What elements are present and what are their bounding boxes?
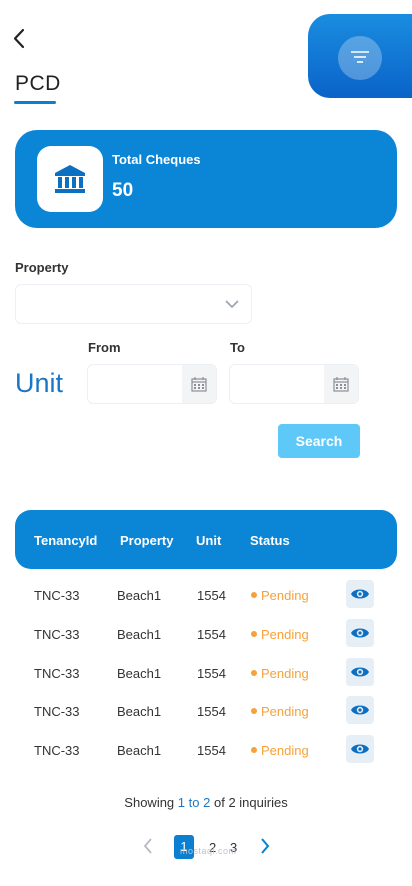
eye-icon bbox=[351, 705, 369, 715]
view-button[interactable] bbox=[346, 658, 374, 686]
calendar-icon bbox=[333, 377, 349, 392]
view-button[interactable] bbox=[346, 735, 374, 763]
showing-from: 1 bbox=[177, 795, 186, 810]
eye-icon bbox=[351, 589, 369, 599]
table-header: TenancyId Property Unit Status bbox=[15, 510, 397, 569]
to-calendar-button[interactable] bbox=[324, 365, 358, 403]
page-title: PCD bbox=[15, 72, 61, 95]
view-button[interactable] bbox=[346, 696, 374, 724]
bank-icon-box bbox=[37, 146, 103, 212]
cell-tenancyid: TNC-33 bbox=[34, 666, 80, 681]
cell-property: Beach1 bbox=[117, 627, 162, 642]
cell-unit: 1554 bbox=[197, 627, 226, 642]
cell-tenancyid: TNC-33 bbox=[34, 704, 80, 719]
column-header-unit: Unit bbox=[196, 533, 222, 548]
status-text: Pending bbox=[261, 588, 309, 603]
property-label: Property bbox=[15, 260, 69, 275]
status-dot bbox=[251, 592, 257, 598]
status-text: Pending bbox=[261, 704, 309, 719]
status-text: Pending bbox=[261, 666, 309, 681]
status-dot bbox=[251, 670, 257, 676]
property-select[interactable] bbox=[15, 284, 252, 324]
total-cheques-card: Total Cheques 50 bbox=[15, 130, 397, 228]
chevron-left-icon bbox=[143, 838, 152, 854]
next-page-button[interactable] bbox=[259, 837, 271, 858]
status-badge: Pending bbox=[251, 743, 309, 758]
search-button[interactable]: Search bbox=[278, 424, 360, 458]
cell-tenancyid: TNC-33 bbox=[34, 627, 80, 642]
table-row: TNC-33 Beach1 1554 Pending bbox=[0, 694, 412, 732]
cell-tenancyid: TNC-33 bbox=[34, 588, 80, 603]
watermark: mostaql.com bbox=[180, 846, 237, 856]
status-dot bbox=[251, 747, 257, 753]
showing-prefix: Showing bbox=[124, 795, 175, 810]
from-calendar-button[interactable] bbox=[182, 365, 216, 403]
chevron-right-icon bbox=[261, 838, 270, 854]
filter-lines-icon bbox=[351, 51, 369, 63]
filter-icon-circle bbox=[338, 36, 382, 80]
cell-property: Beach1 bbox=[117, 743, 162, 758]
total-cheques-label: Total Cheques bbox=[112, 152, 201, 167]
showing-to-word: to bbox=[188, 795, 200, 810]
table-row: TNC-33 Beach1 1554 Pending bbox=[0, 656, 412, 694]
status-badge: Pending bbox=[251, 588, 309, 603]
view-button[interactable] bbox=[346, 619, 374, 647]
results-summary: Showing 1 to 2 of 2 inquiries bbox=[0, 795, 412, 810]
column-header-property: Property bbox=[120, 533, 174, 548]
from-date-input[interactable] bbox=[87, 364, 217, 404]
status-text: Pending bbox=[261, 743, 309, 758]
table-row: TNC-33 Beach1 1554 Pending bbox=[0, 617, 412, 655]
chevron-down-icon bbox=[225, 300, 239, 309]
cell-unit: 1554 bbox=[197, 743, 226, 758]
status-badge: Pending bbox=[251, 666, 309, 681]
cell-property: Beach1 bbox=[117, 666, 162, 681]
status-dot bbox=[251, 708, 257, 714]
status-dot bbox=[251, 631, 257, 637]
bank-building-icon bbox=[55, 165, 85, 193]
cell-tenancyid: TNC-33 bbox=[34, 743, 80, 758]
eye-icon bbox=[351, 744, 369, 754]
title-underline bbox=[14, 101, 56, 104]
showing-total: of 2 inquiries bbox=[213, 795, 288, 810]
from-label: From bbox=[88, 340, 121, 355]
cell-property: Beach1 bbox=[117, 588, 162, 603]
cell-unit: 1554 bbox=[197, 666, 226, 681]
showing-to: 2 bbox=[203, 795, 211, 810]
cell-unit: 1554 bbox=[197, 704, 226, 719]
view-button[interactable] bbox=[346, 580, 374, 608]
status-text: Pending bbox=[261, 627, 309, 642]
eye-icon bbox=[351, 628, 369, 638]
chevron-left-icon bbox=[13, 28, 25, 49]
total-cheques-value: 50 bbox=[112, 180, 134, 201]
cell-unit: 1554 bbox=[197, 588, 226, 603]
column-header-status: Status bbox=[250, 533, 290, 548]
cell-property: Beach1 bbox=[117, 704, 162, 719]
status-badge: Pending bbox=[251, 704, 309, 719]
eye-icon bbox=[351, 667, 369, 677]
back-button[interactable] bbox=[10, 26, 34, 52]
to-date-input[interactable] bbox=[229, 364, 359, 404]
prev-page-button[interactable] bbox=[142, 837, 154, 858]
status-badge: Pending bbox=[251, 627, 309, 642]
calendar-icon bbox=[191, 377, 207, 392]
column-header-tenancyid: TenancyId bbox=[34, 533, 98, 548]
table-row: TNC-33 Beach1 1554 Pending bbox=[0, 578, 412, 616]
to-label: To bbox=[230, 340, 245, 355]
unit-label: Unit bbox=[15, 368, 64, 398]
filter-button[interactable] bbox=[308, 14, 412, 98]
table-row: TNC-33 Beach1 1554 Pending bbox=[0, 733, 412, 771]
